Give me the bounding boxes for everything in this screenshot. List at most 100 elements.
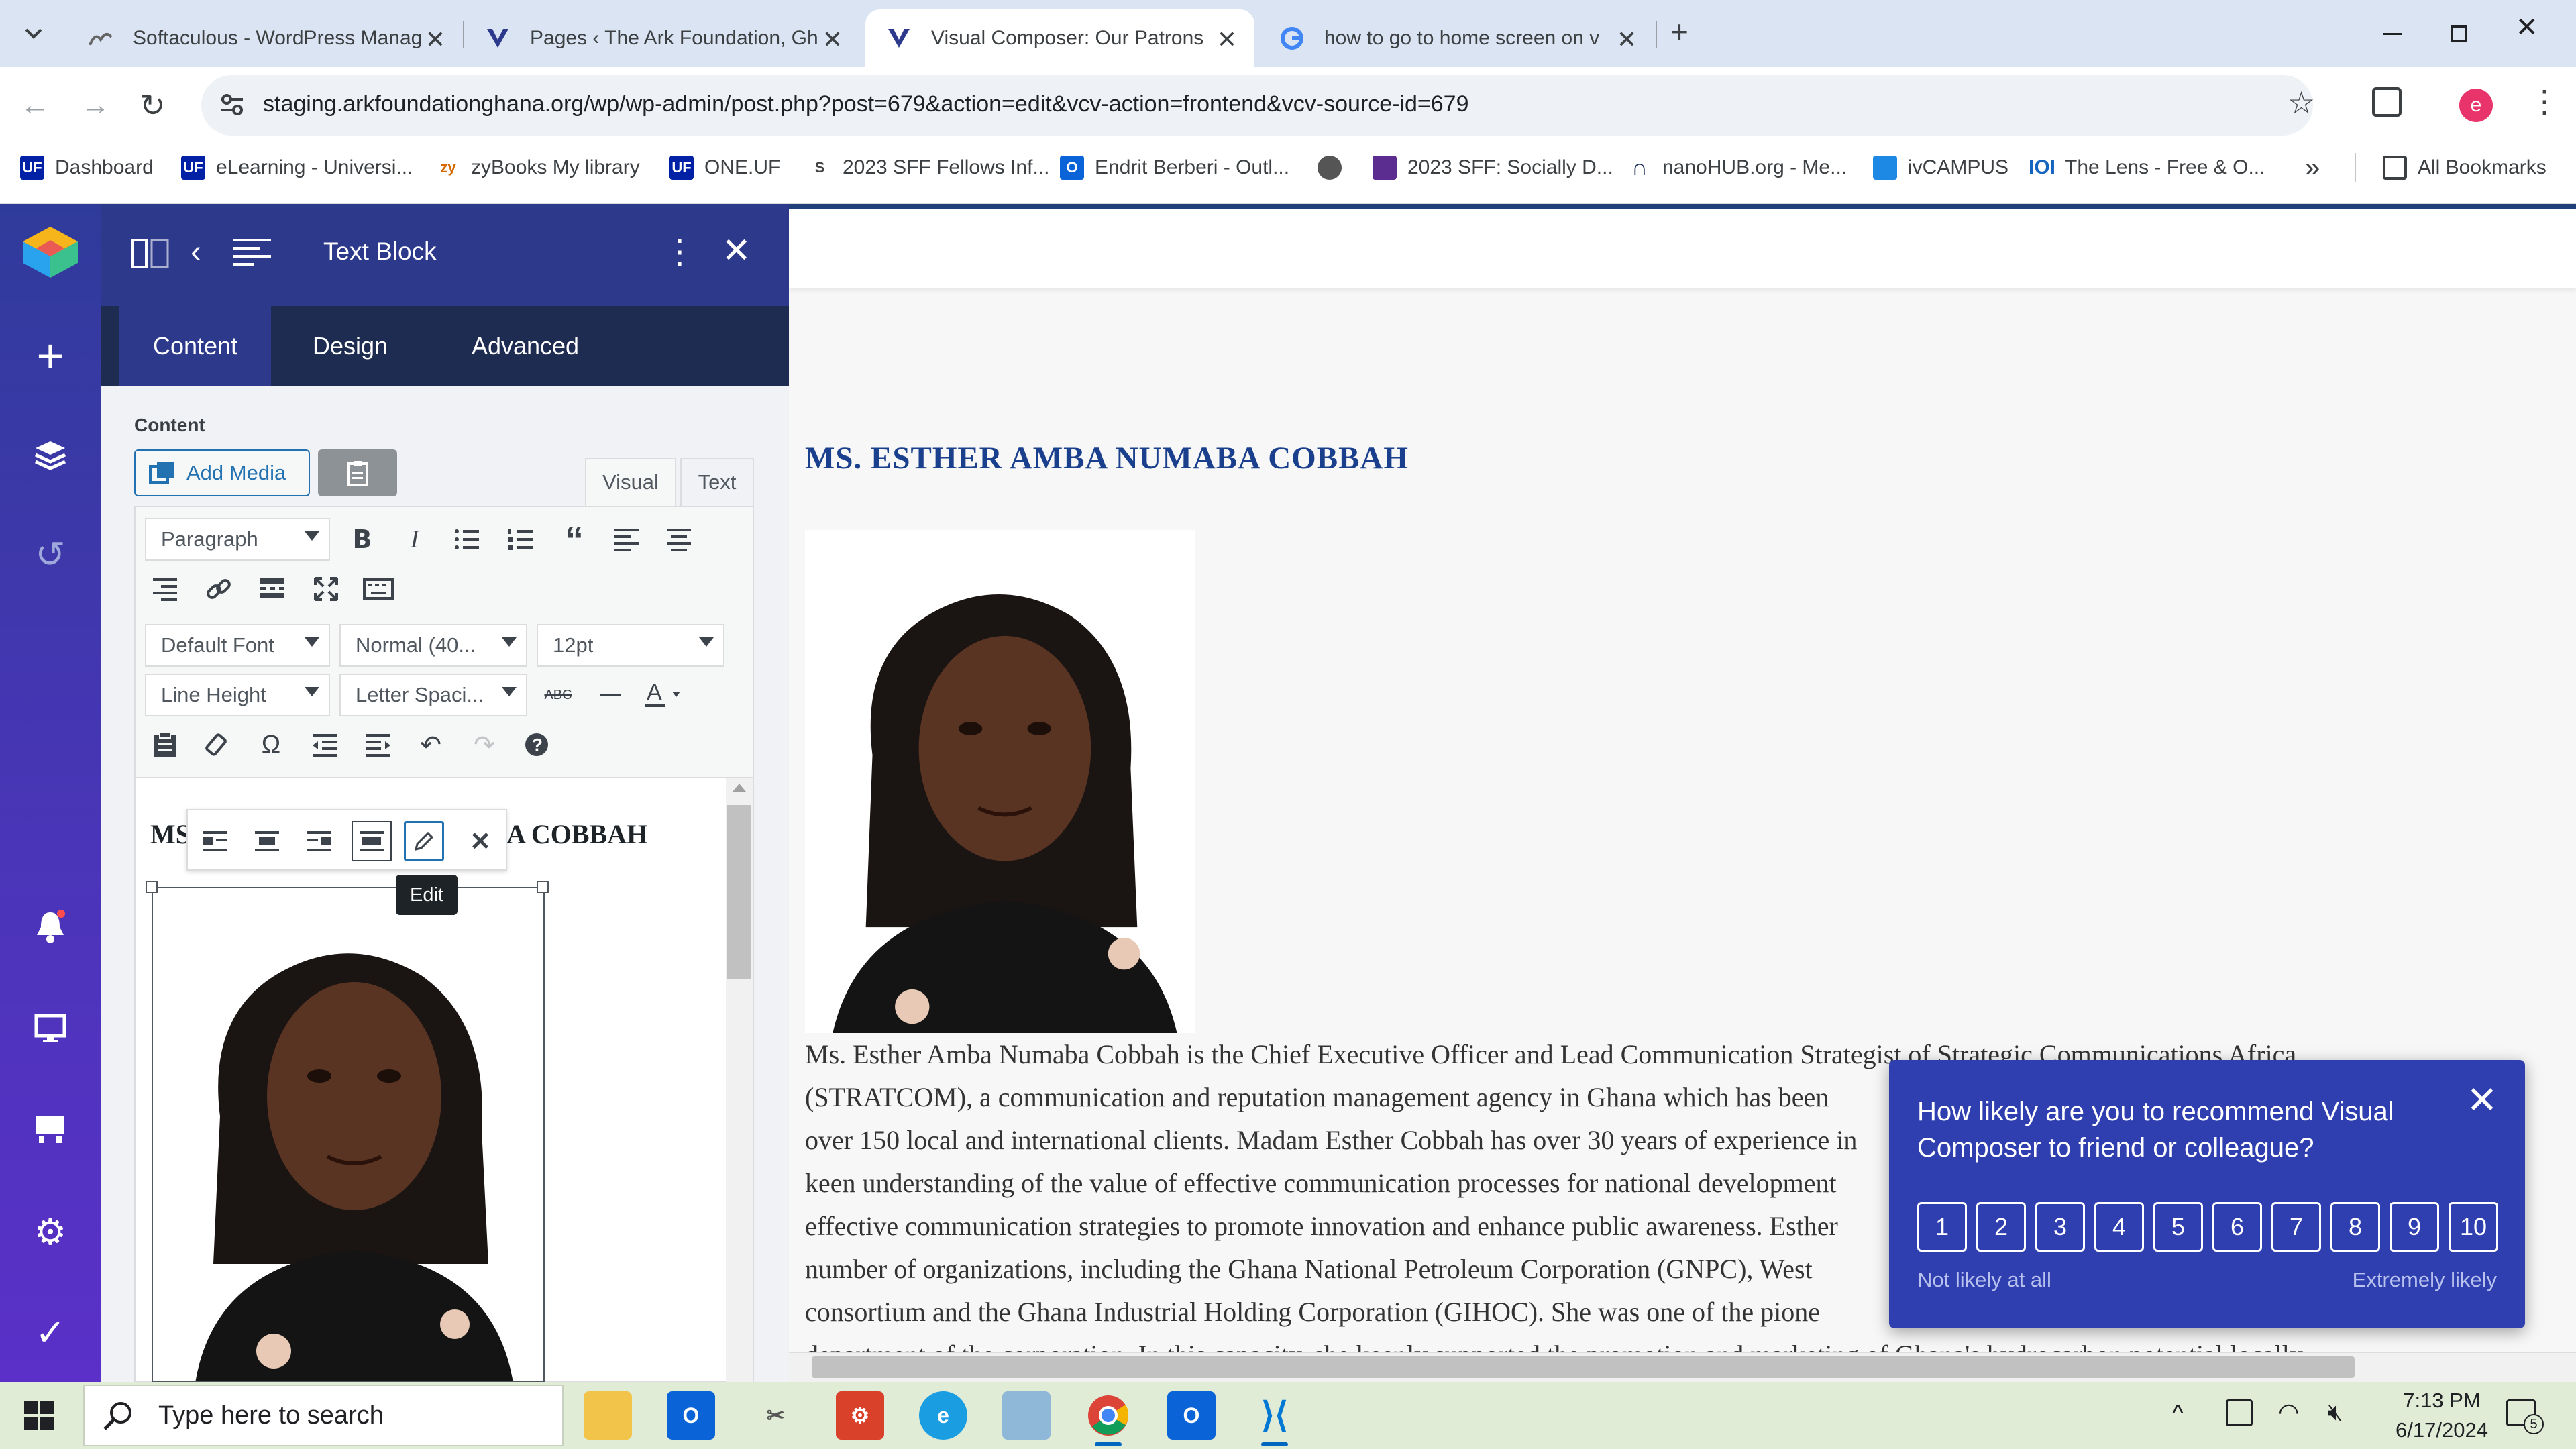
tab-visual[interactable]: Visual	[585, 458, 676, 506]
horizontal-line-icon[interactable]	[592, 676, 629, 714]
tab-search-button[interactable]	[15, 15, 52, 52]
all-bookmarks-button[interactable]: All Bookmarks	[2383, 154, 2546, 181]
bookmark-item[interactable]: 2023 SFF: Socially D...	[1373, 154, 1613, 181]
bookmark-item[interactable]: ivCAMPUS	[1873, 154, 2008, 181]
bookmarks-overflow-button[interactable]: »	[2305, 153, 2320, 182]
wifi-icon[interactable]: ◠	[2278, 1398, 2299, 1426]
nps-score-button[interactable]: 7	[2271, 1202, 2321, 1252]
patron-heading[interactable]: MS. ESTHER AMBA NUMABA COBBAH	[805, 440, 1409, 476]
minimize-button[interactable]	[2372, 13, 2412, 54]
clock-time[interactable]: 7:13 PM	[2388, 1389, 2496, 1413]
tab-softaculous[interactable]: Softaculous - WordPress Manag ✕	[67, 9, 463, 67]
preview-icon[interactable]	[30, 1009, 70, 1049]
reload-button[interactable]: ↻	[140, 87, 166, 123]
bookmark-item[interactable]: UF ONE.UF	[669, 154, 780, 181]
hub-icon[interactable]	[30, 1110, 70, 1150]
scroll-up-arrow[interactable]	[733, 784, 746, 792]
paste-text-icon[interactable]	[146, 726, 184, 763]
font-size-select[interactable]: 12pt	[537, 624, 724, 667]
volume-muted-icon[interactable]: 🔇︎	[2328, 1398, 2343, 1427]
special-character-icon[interactable]: Ω	[252, 726, 290, 763]
back-button[interactable]: ←	[20, 89, 50, 122]
bookmark-item[interactable]	[1318, 154, 1352, 181]
align-image-center-icon[interactable]	[247, 821, 287, 861]
link-icon[interactable]	[200, 570, 237, 608]
panel-options-icon[interactable]: ⋮	[663, 232, 696, 271]
chrome-icon[interactable]	[1084, 1391, 1132, 1440]
close-tab-icon[interactable]: ✕	[822, 25, 843, 54]
back-chevron-icon[interactable]: ‹	[191, 233, 201, 270]
nps-score-button[interactable]: 1	[1917, 1202, 1967, 1252]
bookmark-item[interactable]: UF Dashboard	[20, 154, 154, 181]
font-weight-select[interactable]: Normal (40...	[339, 624, 527, 667]
url-text[interactable]: staging.arkfoundationghana.org/wp/wp-adm…	[263, 91, 1468, 117]
tab-design[interactable]: Design	[271, 306, 429, 386]
read-more-icon[interactable]	[254, 570, 291, 608]
nps-score-button[interactable]: 8	[2330, 1202, 2380, 1252]
bookmark-star-icon[interactable]: ☆	[2288, 85, 2315, 121]
restore-button[interactable]	[2439, 13, 2479, 54]
tab-pages[interactable]: Pages ‹ The Ark Foundation, Gh ✕	[464, 9, 860, 67]
undo-editor-icon[interactable]: ↶	[412, 726, 449, 763]
close-panel-icon[interactable]: ✕	[722, 231, 751, 271]
preview-scroll-thumb[interactable]	[812, 1356, 2355, 1378]
clock-date[interactable]: 6/17/2024	[2375, 1418, 2509, 1442]
align-image-left-icon[interactable]	[195, 821, 235, 861]
notifications-icon[interactable]	[30, 907, 70, 947]
snipping-tool-icon[interactable]: ✂	[751, 1391, 800, 1440]
toggle-layout-icon[interactable]	[131, 239, 169, 268]
taskbar-search-box[interactable]: Type here to search	[83, 1385, 564, 1446]
clear-formatting-icon[interactable]	[199, 726, 236, 763]
nps-score-button[interactable]: 2	[1976, 1202, 2026, 1252]
indent-icon[interactable]	[360, 726, 397, 763]
notepad-icon[interactable]	[1002, 1391, 1051, 1440]
letter-spacing-select[interactable]: Letter Spaci...	[339, 674, 527, 716]
vscode-icon[interactable]: ⟩⟨	[1250, 1391, 1299, 1440]
nps-score-button[interactable]: 10	[2449, 1202, 2498, 1252]
tab-content[interactable]: Content	[119, 306, 271, 386]
fullscreen-icon[interactable]	[307, 570, 345, 608]
bookmark-item[interactable]: S 2023 SFF Fellows Inf...	[808, 154, 1050, 181]
remove-image-icon[interactable]: ✕	[460, 821, 500, 861]
selected-portrait-image[interactable]	[152, 887, 545, 1382]
bold-icon[interactable]: B	[343, 521, 381, 558]
tab-text[interactable]: Text	[680, 458, 754, 506]
italic-icon[interactable]: I	[396, 521, 433, 558]
strikethrough-icon[interactable]: ABC	[539, 676, 577, 714]
forward-button[interactable]: →	[80, 89, 110, 122]
close-tab-icon[interactable]: ✕	[1617, 25, 1637, 54]
layers-icon[interactable]	[30, 435, 70, 475]
settings-app-icon[interactable]: ⚙	[836, 1391, 884, 1440]
bullet-list-icon[interactable]	[448, 521, 486, 558]
close-tab-icon[interactable]: ✕	[1217, 25, 1237, 54]
font-family-select[interactable]: Default Font	[145, 624, 330, 667]
nps-score-button[interactable]: 5	[2153, 1202, 2203, 1252]
bookmark-item[interactable]: ∩ nanoHUB.org - Me...	[1627, 154, 1847, 181]
clipboard-button[interactable]	[318, 449, 397, 496]
numbered-list-icon[interactable]	[502, 521, 539, 558]
text-color-icon[interactable]: A	[644, 675, 682, 712]
redo-editor-icon[interactable]: ↷	[466, 726, 503, 763]
extensions-icon[interactable]	[2372, 87, 2402, 117]
new-tab-button[interactable]: +	[1670, 13, 1688, 50]
align-right-icon[interactable]	[146, 570, 184, 608]
editor-scroll-thumb[interactable]	[727, 805, 751, 979]
visual-composer-logo[interactable]	[16, 224, 85, 280]
align-left-icon[interactable]	[608, 521, 645, 558]
resize-handle[interactable]	[146, 881, 158, 893]
resize-handle[interactable]	[537, 881, 549, 893]
undo-icon[interactable]: ↺	[30, 534, 70, 575]
bookmark-item[interactable]: UF eLearning - Universi...	[181, 154, 413, 181]
show-hidden-icons[interactable]: ^	[2172, 1399, 2184, 1428]
paragraph-format-select[interactable]: Paragraph	[145, 518, 330, 561]
add-media-button[interactable]: Add Media	[134, 449, 310, 496]
outdent-icon[interactable]	[306, 726, 343, 763]
profile-avatar[interactable]: e	[2459, 89, 2493, 122]
help-icon[interactable]: ?	[518, 726, 555, 763]
nps-score-button[interactable]: 3	[2035, 1202, 2085, 1252]
keyboard-icon[interactable]	[360, 570, 397, 608]
tab-visual-composer[interactable]: Visual Composer: Our Patrons ✕	[865, 9, 1254, 67]
add-element-icon[interactable]: +	[30, 329, 70, 382]
file-explorer-icon[interactable]	[584, 1391, 632, 1440]
blockquote-icon[interactable]: “	[555, 519, 593, 561]
